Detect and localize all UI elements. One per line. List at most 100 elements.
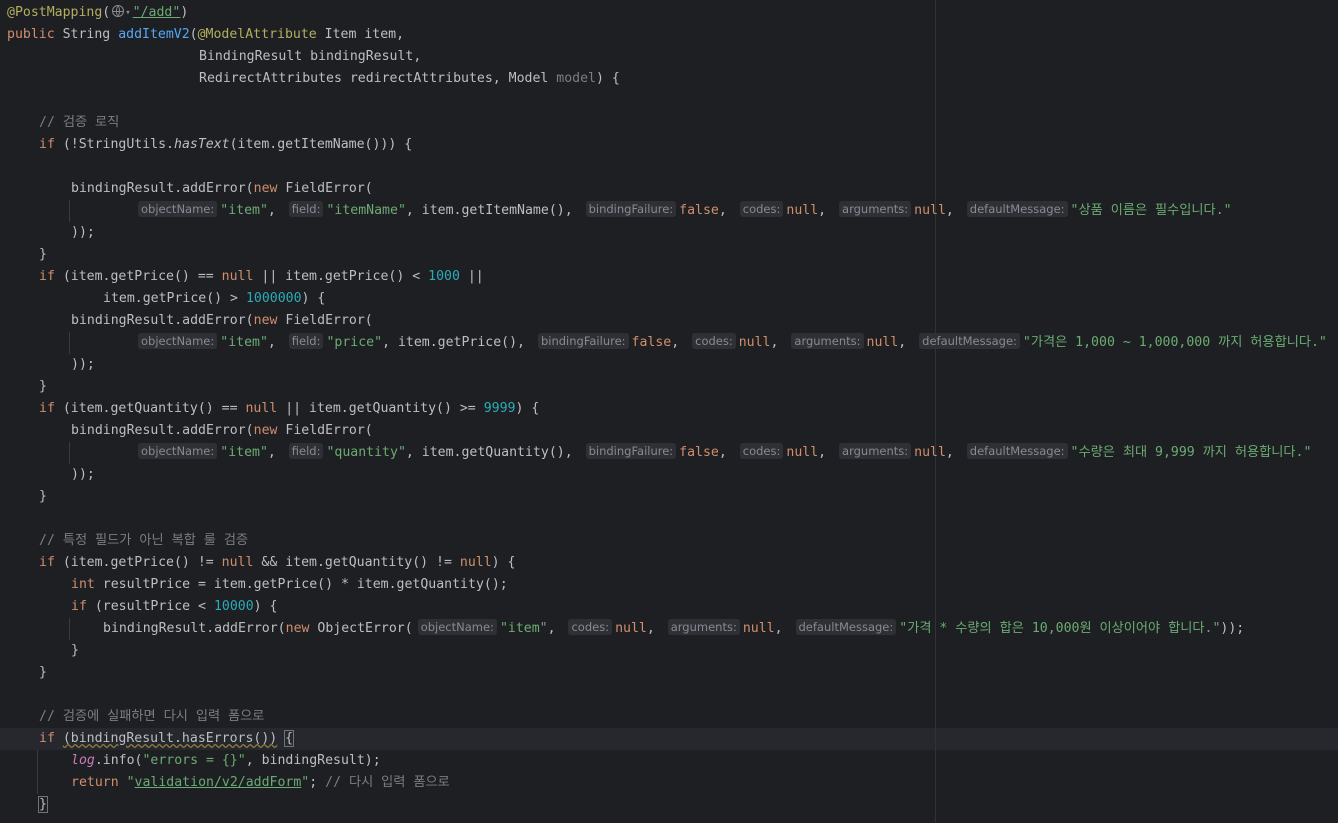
matched-brace: { [284, 730, 295, 747]
string-literal: "item" [220, 203, 268, 218]
field-error-ctor: FieldError( [285, 181, 373, 196]
message-literal: "상품 이름은 필수입니다." [1070, 203, 1232, 218]
condition-close: ) { [491, 555, 516, 570]
get-item-name-call: item.getItemName(), [421, 203, 573, 218]
hint-object-name: objectName: [138, 333, 218, 349]
code-line-15: bindingResult.addError(new FieldError( [71, 310, 373, 332]
comment-return: // 다시 입력 폼으로 [325, 775, 450, 790]
code-line-13: if (item.getPrice() == null || item.getP… [39, 266, 484, 288]
string-utils-call: (!StringUtils. [62, 137, 174, 152]
code-line-26: if (item.getPrice() != null && item.getQ… [39, 552, 515, 574]
field-error-ctor: FieldError( [285, 423, 373, 438]
if-keyword: if [39, 555, 55, 570]
globe-icon[interactable] [112, 5, 125, 17]
null-keyword: null [786, 203, 819, 218]
code-editor[interactable]: @PostMapping(▾ "/add") public String addI… [0, 0, 1338, 823]
close-brace: } [39, 379, 47, 394]
has-errors-condition: (bindingResult.hasErrors()) [62, 731, 278, 746]
code-line-18: } [39, 376, 47, 398]
code-line-2: public String addItemV2(@ModelAttribute … [7, 27, 405, 42]
code-line-4: RedirectAttributes redirectAttributes, M… [199, 71, 620, 86]
null-keyword: null [742, 621, 775, 636]
get-price-call: item.getPrice(), [397, 335, 525, 350]
return-view-link[interactable]: "validation/v2/addForm" [127, 775, 310, 790]
mapping-path: /add [140, 5, 173, 20]
quantity-condition: (item.getQuantity() == [62, 401, 238, 416]
add-error-call: bindingResult.addError( [71, 181, 254, 196]
code-line-22: )); [71, 464, 95, 486]
hint-codes: codes: [739, 443, 784, 459]
if-keyword: if [39, 269, 55, 284]
condition-close: ) { [253, 599, 278, 614]
param-redirect-model: RedirectAttributes redirectAttributes, M… [199, 71, 549, 86]
field-error-ctor: FieldError( [285, 313, 373, 328]
global-condition: (item.getPrice() != [62, 555, 214, 570]
public-keyword: public [7, 27, 55, 42]
hint-field: field: [288, 201, 324, 217]
code-line-20: bindingResult.addError(new FieldError( [71, 420, 373, 442]
hint-object-name: objectName: [417, 619, 497, 635]
hint-object-name: objectName: [138, 201, 218, 217]
message-literal: "가격 * 수량의 합은 10,000원 이상이어야 합니다." [899, 621, 1221, 636]
price-condition: || item.getPrice() < [261, 269, 421, 284]
close-call: )); [71, 225, 95, 240]
chevron-down-icon[interactable]: ▾ [125, 8, 130, 18]
result-price-decl: resultPrice = item.getPrice() * item.get… [102, 577, 508, 592]
param-model-unused: model [556, 71, 596, 86]
string-type: String [62, 27, 111, 42]
string-literal: "errors = {}" [142, 753, 246, 768]
null-keyword: null [245, 401, 278, 416]
method-name[interactable]: addItemV2 [118, 27, 189, 42]
code-line-16: objectName: "item", field: "price", item.g… [133, 332, 1327, 354]
indent-guide [37, 750, 38, 794]
item-name-call: (item.getItemName())) { [229, 137, 413, 152]
add-error-call: bindingResult.addError( [71, 423, 254, 438]
code-line-28: if (resultPrice < 10000) { [71, 596, 277, 618]
message-literal: "수량은 최대 9,999 까지 허용합니다." [1070, 445, 1312, 460]
code-line-10: objectName: "item", field: "itemName", ite… [133, 200, 1232, 222]
condition-close: ) { [515, 401, 540, 416]
hint-field: field: [288, 333, 324, 349]
code-line-12: } [39, 244, 47, 266]
close-call: )); [71, 467, 95, 482]
if-keyword: if [39, 401, 55, 416]
new-keyword: new [253, 181, 278, 196]
code-line-17: )); [71, 354, 95, 376]
number-literal: 10000 [213, 599, 254, 614]
semicolon: ; [309, 775, 318, 790]
condition-close: ) { [301, 291, 326, 306]
if-keyword: if [71, 599, 87, 614]
close-call: )); [71, 357, 95, 372]
param-item: Item item, [324, 27, 405, 42]
get-quantity-call: item.getQuantity(), [421, 445, 573, 460]
string-literal: "item" [220, 445, 268, 460]
close-brace: } [39, 665, 47, 680]
null-keyword: null [786, 445, 819, 460]
price-condition: (item.getPrice() == [62, 269, 214, 284]
log-field: log [71, 753, 95, 768]
code-line-21: objectName: "item", field: "quantity", ite… [133, 442, 1311, 464]
code-line-14: item.getPrice() > 1000000) { [103, 288, 325, 310]
if-keyword: if [39, 731, 55, 746]
hint-arguments: arguments: [791, 333, 864, 349]
matched-close-brace: } [38, 796, 48, 813]
close-brace: } [39, 489, 47, 504]
right-margin-guide [935, 0, 936, 823]
global-condition: && item.getQuantity() != [261, 555, 452, 570]
code-line-36: return "validation/v2/addForm"; // 다시 입력… [71, 772, 450, 794]
comment-global: // 특정 필드가 아닌 복합 룰 검증 [39, 533, 249, 548]
post-mapping-annotation: @PostMapping [7, 5, 103, 20]
number-literal: 1000 [428, 269, 460, 284]
code-line-37: } [38, 794, 48, 816]
hint-binding-failure: bindingFailure: [585, 443, 677, 459]
code-line-34: if (bindingResult.hasErrors()) { [39, 728, 295, 750]
mapping-path-link[interactable]: "/add" [133, 5, 181, 20]
false-keyword: false [679, 203, 719, 218]
close-call: )); [1220, 621, 1245, 636]
hint-default-message: defaultMessage: [795, 619, 897, 635]
has-text-method: hasText [174, 137, 230, 152]
object-error-ctor: ObjectError( [317, 621, 413, 636]
message-literal: "가격은 1,000 ~ 1,000,000 까지 허용합니다." [1022, 335, 1327, 350]
null-keyword: null [866, 335, 899, 350]
code-line-35: log.info("errors = {}", bindingResult); [71, 750, 381, 772]
